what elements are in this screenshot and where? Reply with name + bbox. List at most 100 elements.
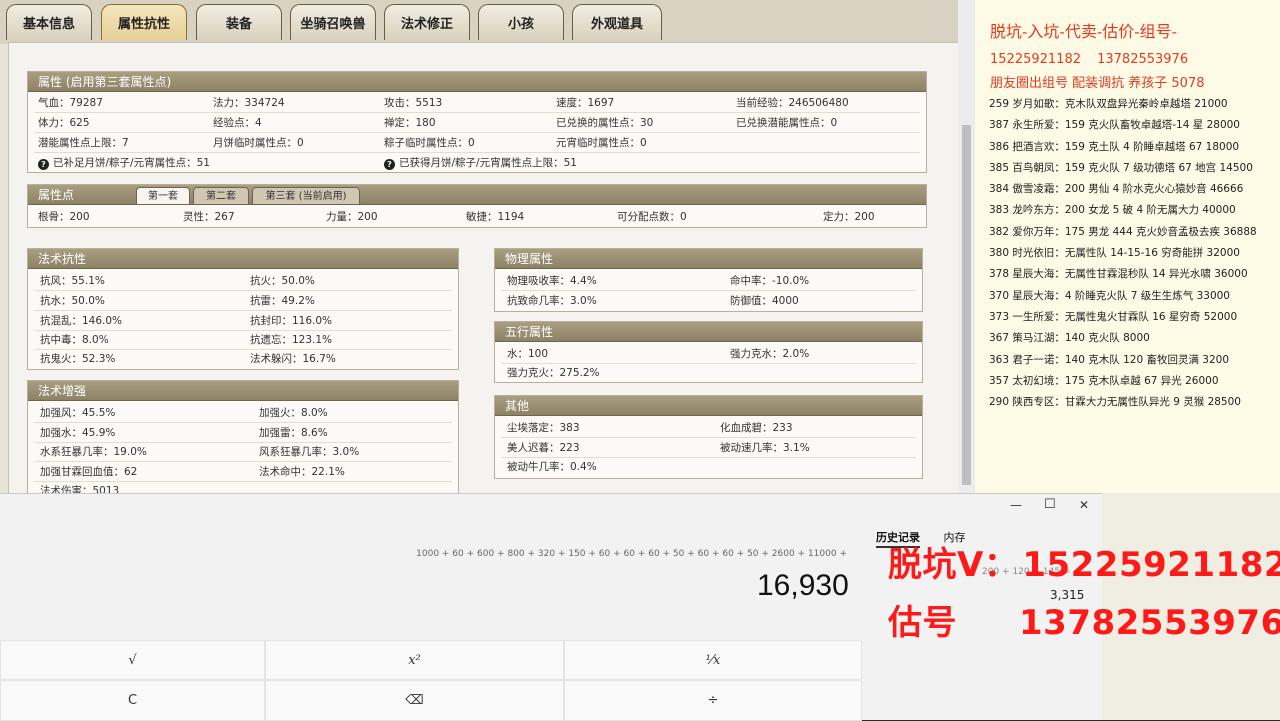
list-item: 367 策马江湖：140 克火队 8000: [989, 332, 1150, 345]
tab-basic-info[interactable]: 基本信息: [6, 4, 92, 40]
attr-speed: 速度：1697: [556, 97, 615, 109]
tab-mounts-pets[interactable]: 坐骑召唤兽: [290, 4, 376, 40]
list-item: 363 君子一诺：140 克木队 120 畜牧回灵满 3200: [989, 353, 1230, 366]
point-unassigned: 可分配点数：0: [617, 211, 687, 223]
resist-stat: 抗鬼火：52.3%: [40, 353, 116, 365]
resist-section: 法术抗性 抗风：55.1% 抗火：50.0% 抗水：50.0% 抗雷：49.2%…: [27, 248, 459, 370]
reciprocal-key[interactable]: ¹⁄x: [564, 640, 862, 680]
phys-stat: 物理吸收率：4.4%: [507, 275, 597, 287]
phys-section-title: 物理属性: [495, 249, 922, 269]
clear-key[interactable]: C: [0, 680, 265, 721]
list-item: 373 一生所爱：无属性鬼火甘霖队 16 星穷奇 52000: [989, 310, 1238, 323]
square-key[interactable]: x²: [265, 640, 564, 680]
maximize-button[interactable]: ☐: [1044, 497, 1056, 512]
account-list: 259 岁月如歌：克木队双盘异光秦岭卓越塔 21000 387 永生所爱：159…: [989, 94, 1279, 413]
ad-services: 朋友圈出组号 配装调抗 养孩子 5078: [990, 76, 1205, 91]
list-item: 380 时光依旧：无属性队 14-15-16 穷奇能拼 32000: [989, 247, 1240, 260]
attr-stamina: 体力：625: [38, 117, 90, 129]
keypad: √ x² ¹⁄x C ⌫ ÷: [0, 640, 862, 721]
overlay-phone-1: 15225921182: [1022, 545, 1280, 585]
scrollbar-thumb[interactable]: [962, 125, 971, 485]
attr-mooncake-temp: 月饼临时属性点：0: [213, 137, 304, 149]
help-icon[interactable]: ?: [384, 159, 395, 170]
subtab-set-1[interactable]: 第一套: [136, 187, 190, 205]
phys-stat: 防御值：4000: [730, 295, 799, 307]
resist-stat: 抗封印：116.0%: [250, 315, 333, 327]
boost-stat: 加强风：45.5%: [40, 407, 116, 419]
overlay-label-1: 脱坑V：: [888, 545, 1019, 585]
boost-stat: 水系狂暴几率：19.0%: [40, 446, 147, 458]
overlay-contact-2: 估号 13782553976: [888, 595, 1280, 644]
other-stat: 被动牛几率：0.4%: [507, 461, 597, 473]
list-item: 382 爱你万年：175 男龙 444 克火妙音孟极去疾 36888: [989, 225, 1257, 238]
tab-attributes[interactable]: 属性抗性: [101, 4, 187, 40]
other-section: 其他 尘埃落定：383 化血成碧：233 美人迟暮：223 被动速几率：3.1%…: [494, 395, 923, 479]
subtab-set-2[interactable]: 第二套: [193, 187, 249, 205]
attr-zen: 禅定：180: [384, 117, 436, 129]
attr-exchanged-potential: 已兑换潜能属性点：0: [736, 117, 838, 129]
list-item: 383 龙吟东方：200 女龙 5 破 4 阶无属大力 40000: [989, 204, 1236, 217]
point-constitution: 根骨：200: [38, 211, 90, 223]
boost-section-title: 法术增强: [28, 381, 458, 401]
phys-section: 物理属性 物理吸收率：4.4% 命中率：-10.0% 抗致命几率：3.0% 防御…: [494, 248, 923, 312]
list-item: 370 星辰大海：4 阶睡克火队 7 级生生炼气 33000: [989, 289, 1230, 302]
elem-section: 五行属性 水：100 强力克水：2.0% 强力克火：275.2%: [494, 321, 923, 383]
tab-appearance[interactable]: 外观道具: [572, 4, 662, 40]
attr-potential-cap: 潜能属性点上限：7: [38, 137, 129, 149]
attributes-panel: 属性 (启用第三套属性点) 气血：79287 法力：334724 攻击：5513…: [8, 42, 960, 504]
point-strength: 力量：200: [326, 211, 378, 223]
attr-exp: 当前经验：246506480: [736, 97, 849, 109]
list-item: 384 傲雪凌霜：200 男仙 4 阶水克火心猿妙音 46666: [989, 183, 1244, 196]
elem-stat: 强力克火：275.2%: [507, 367, 600, 379]
close-button[interactable]: ✕: [1079, 498, 1089, 512]
subtab-set-3[interactable]: 第三套 (当前启用): [252, 187, 360, 205]
list-item: 357 太初幻境：175 克木队卓越 67 异光 26000: [989, 374, 1219, 387]
other-section-title: 其他: [495, 396, 922, 416]
other-stat: 尘埃落定：383: [507, 422, 580, 434]
overlay-contact-1: 脱坑V： 15225921182: [888, 537, 1280, 586]
phys-stat: 抗致命几率：3.0%: [507, 295, 597, 307]
overlay-label-2: 估号: [888, 603, 957, 643]
overlay-phone-2: 13782553976: [1019, 603, 1280, 643]
list-item: 378 星辰大海：无属性甘霖混秒队 14 异光水啸 36000: [989, 268, 1248, 281]
boost-stat: 风系狂暴几率：3.0%: [259, 446, 360, 458]
tab-children[interactable]: 小孩: [478, 4, 564, 40]
elem-section-title: 五行属性: [495, 322, 922, 342]
sqrt-key[interactable]: √: [0, 640, 265, 680]
boost-stat: 加强火：8.0%: [259, 407, 328, 419]
resist-stat: 抗遗忘：123.1%: [250, 334, 333, 346]
list-item: 387 永生所爱：159 克火队畜牧卓越塔-14 星 28000: [989, 119, 1240, 132]
divide-key[interactable]: ÷: [564, 680, 862, 721]
tab-spell-mods[interactable]: 法术修正: [384, 4, 470, 40]
tab-equipment[interactable]: 装备: [196, 4, 282, 40]
resist-stat: 抗雷：49.2%: [250, 295, 315, 307]
boost-stat: 加强水：45.9%: [40, 427, 116, 439]
resist-section-title: 法术抗性: [28, 249, 458, 269]
attr-section: 属性 (启用第三套属性点) 气血：79287 法力：334724 攻击：5513…: [27, 71, 927, 173]
other-stat: 被动速几率：3.1%: [720, 442, 810, 454]
attr-exchanged-points: 已兑换的属性点：30: [556, 117, 654, 129]
point-focus: 定力：200: [823, 211, 875, 223]
attr-exp-points: 经验点：4: [213, 117, 262, 129]
list-item: 385 百鸟朝凤：159 克火队 7 级功德塔 67 地宫 14500: [989, 161, 1253, 174]
minimize-button[interactable]: —: [1010, 498, 1022, 512]
help-icon[interactable]: ?: [38, 159, 49, 170]
resist-stat: 抗混乱：146.0%: [40, 315, 123, 327]
other-stat: 美人迟暮：223: [507, 442, 580, 454]
attr-festival-filled: ? 已补足月饼/粽子/元宵属性点：51: [38, 155, 210, 171]
calc-expression: 1000 + 60 + 600 + 800 + 320 + 150 + 60 +…: [416, 549, 847, 559]
other-stat: 化血成碧：233: [720, 422, 793, 434]
tab-bar: 基本信息 属性抗性 装备 坐骑召唤兽 法术修正 小孩 外观道具: [0, 0, 975, 44]
list-item: 259 岁月如歌：克木队双盘异光秦岭卓越塔 21000: [989, 98, 1228, 110]
elem-stat: 水：100: [507, 348, 549, 360]
backspace-key[interactable]: ⌫: [265, 680, 564, 721]
boost-stat: 加强雷：8.6%: [259, 427, 328, 439]
elem-stat: 强力克水：2.0%: [730, 348, 810, 360]
attr-attack: 攻击：5513: [384, 97, 443, 109]
boost-section: 法术增强 加强风：45.5% 加强火：8.0% 加强水：45.9% 加强雷：8.…: [27, 380, 459, 504]
boost-stat: 法术命中：22.1%: [259, 466, 345, 478]
point-agility: 敏捷：1194: [466, 211, 525, 223]
boost-stat: 加强甘霖回血值：62: [40, 466, 138, 478]
attr-hp: 气血：79287: [38, 97, 103, 109]
attr-festival-cap: ? 已获得月饼/粽子/元宵属性点上限：51: [384, 155, 577, 171]
